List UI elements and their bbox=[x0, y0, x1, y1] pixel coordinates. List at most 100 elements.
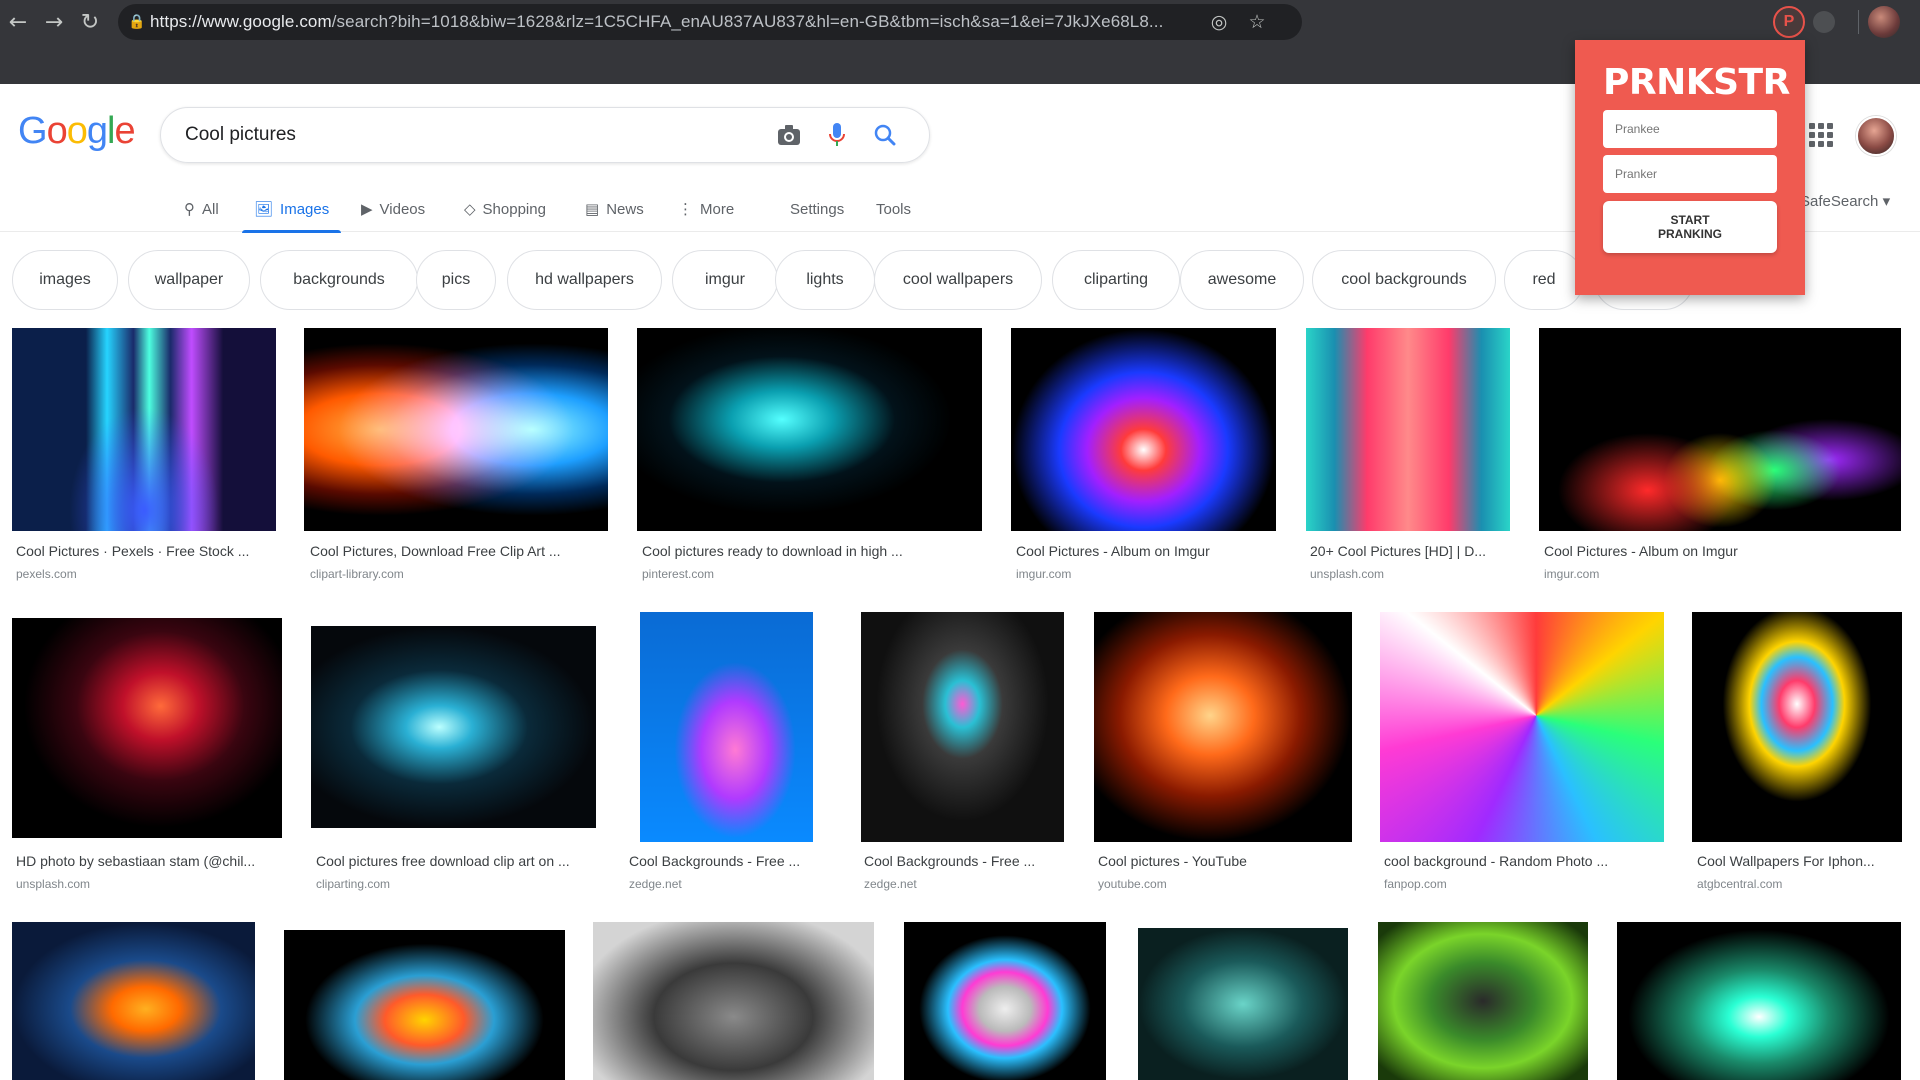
result-source[interactable]: pinterest.com bbox=[642, 567, 714, 581]
bookmark-star-icon[interactable]: ☆ bbox=[1238, 11, 1276, 33]
chip[interactable]: lights bbox=[775, 250, 875, 310]
result-source[interactable]: clipart-library.com bbox=[310, 567, 404, 581]
chip[interactable]: wallpaper bbox=[128, 250, 250, 310]
tag-icon: ◇ bbox=[464, 200, 476, 218]
image-thumbnail[interactable] bbox=[1094, 612, 1352, 842]
image-thumbnail[interactable] bbox=[1692, 612, 1902, 842]
image-thumbnail[interactable] bbox=[1011, 328, 1276, 531]
result-title[interactable]: Cool pictures free download clip art on … bbox=[316, 853, 596, 869]
browser-profile-avatar[interactable] bbox=[1868, 6, 1900, 38]
start-pranking-button[interactable]: START PRANKING bbox=[1603, 201, 1777, 253]
result-title[interactable]: Cool pictures ready to download in high … bbox=[642, 543, 982, 559]
result-source[interactable]: cliparting.com bbox=[316, 877, 390, 891]
result-title[interactable]: Cool Wallpapers For Iphon... bbox=[1697, 853, 1903, 869]
tab-settings[interactable]: Settings bbox=[790, 186, 844, 232]
result-title[interactable]: cool background - Random Photo ... bbox=[1384, 853, 1664, 869]
result-title[interactable]: Cool Pictures - Album on Imgur bbox=[1016, 543, 1278, 559]
forward-icon[interactable]: → bbox=[36, 8, 72, 36]
image-thumbnail[interactable] bbox=[284, 930, 565, 1080]
toolbar-divider bbox=[1858, 10, 1859, 34]
tab-label: Images bbox=[280, 200, 330, 218]
url-host: https://www.google.com bbox=[150, 12, 332, 31]
tab-videos[interactable]: ▶ Videos bbox=[361, 186, 425, 232]
url-text[interactable]: https://www.google.com/search?bih=1018&b… bbox=[150, 12, 1200, 32]
video-icon: ▶ bbox=[361, 200, 373, 218]
result-source[interactable]: unsplash.com bbox=[16, 877, 90, 891]
image-thumbnail[interactable] bbox=[304, 328, 608, 531]
google-apps-icon[interactable] bbox=[1809, 123, 1833, 147]
camera-icon[interactable] bbox=[765, 124, 813, 146]
image-thumbnail[interactable] bbox=[1378, 922, 1588, 1080]
result-source[interactable]: imgur.com bbox=[1016, 567, 1071, 581]
result-source[interactable]: atgbcentral.com bbox=[1697, 877, 1782, 891]
image-thumbnail[interactable] bbox=[12, 328, 276, 531]
tab-all[interactable]: ⚲ All bbox=[184, 186, 219, 232]
result-source[interactable]: zedge.net bbox=[864, 877, 917, 891]
account-avatar[interactable] bbox=[1856, 116, 1896, 156]
location-icon[interactable]: ◎ bbox=[1200, 11, 1238, 33]
chip[interactable]: cool wallpapers bbox=[874, 250, 1042, 310]
chip[interactable]: cliparting bbox=[1052, 250, 1180, 310]
safesearch-label: SafeSearch bbox=[1800, 193, 1879, 210]
tab-images[interactable]: 🖼 Images bbox=[242, 186, 342, 233]
result-source[interactable]: fanpop.com bbox=[1384, 877, 1447, 891]
address-bar[interactable]: 🔒 https://www.google.com/search?bih=1018… bbox=[118, 4, 1302, 40]
search-input[interactable] bbox=[185, 124, 765, 146]
safesearch-toggle[interactable]: SafeSearch ▾ bbox=[1800, 192, 1890, 210]
image-thumbnail[interactable] bbox=[640, 612, 813, 842]
image-thumbnail[interactable] bbox=[1306, 328, 1510, 531]
chip[interactable]: cool backgrounds bbox=[1312, 250, 1496, 310]
image-thumbnail[interactable] bbox=[1138, 928, 1348, 1080]
result-title[interactable]: Cool Pictures, Download Free Clip Art ..… bbox=[310, 543, 610, 559]
pranker-input[interactable] bbox=[1603, 155, 1777, 193]
chip[interactable]: imgur bbox=[672, 250, 778, 310]
image-thumbnail[interactable] bbox=[904, 922, 1106, 1080]
result-title[interactable]: Cool Backgrounds - Free ... bbox=[864, 853, 1064, 869]
result-title[interactable]: HD photo by sebastiaan stam (@chil... bbox=[16, 853, 282, 869]
tab-label: Tools bbox=[876, 200, 912, 218]
result-source[interactable]: unsplash.com bbox=[1310, 567, 1384, 581]
chip[interactable]: backgrounds bbox=[260, 250, 418, 310]
image-thumbnail[interactable] bbox=[1617, 922, 1901, 1080]
tab-more[interactable]: ⋮ More bbox=[678, 186, 734, 232]
chip[interactable]: pics bbox=[416, 250, 496, 310]
result-title[interactable]: Cool Pictures · Pexels · Free Stock ... bbox=[16, 543, 278, 559]
image-thumbnail[interactable] bbox=[1380, 612, 1664, 842]
result-title[interactable]: 20+ Cool Pictures [HD] | D... bbox=[1310, 543, 1510, 559]
chip[interactable]: awesome bbox=[1180, 250, 1304, 310]
result-title[interactable]: Cool pictures - YouTube bbox=[1098, 853, 1352, 869]
microphone-icon[interactable] bbox=[813, 123, 861, 147]
url-path: /search?bih=1018&biw=1628&rlz=1C5CHFA_en… bbox=[331, 12, 1164, 31]
result-source[interactable]: pexels.com bbox=[16, 567, 77, 581]
prankster-extension-icon[interactable]: P bbox=[1773, 6, 1805, 38]
result-title[interactable]: Cool Pictures - Album on Imgur bbox=[1544, 543, 1900, 559]
back-icon[interactable]: ← bbox=[0, 8, 36, 36]
search-icon[interactable] bbox=[861, 124, 909, 146]
tab-label: News bbox=[606, 200, 644, 218]
result-source[interactable]: imgur.com bbox=[1544, 567, 1599, 581]
result-source[interactable]: youtube.com bbox=[1098, 877, 1167, 891]
image-thumbnail[interactable] bbox=[861, 612, 1064, 842]
chip[interactable]: hd wallpapers bbox=[507, 250, 662, 310]
tab-label: Settings bbox=[790, 200, 845, 218]
image-icon: 🖼 bbox=[254, 200, 274, 218]
image-thumbnail[interactable] bbox=[12, 922, 255, 1080]
prankee-input[interactable] bbox=[1603, 110, 1777, 148]
result-source[interactable]: zedge.net bbox=[629, 877, 682, 891]
tab-tools[interactable]: Tools bbox=[876, 186, 911, 232]
image-thumbnail[interactable] bbox=[1539, 328, 1901, 531]
image-thumbnail[interactable] bbox=[593, 922, 874, 1080]
google-logo[interactable]: Google bbox=[18, 110, 136, 153]
result-title[interactable]: Cool Backgrounds - Free ... bbox=[629, 853, 819, 869]
chip[interactable]: red bbox=[1504, 250, 1584, 310]
tab-label: Shopping bbox=[482, 200, 546, 218]
tab-shopping[interactable]: ◇ Shopping bbox=[464, 186, 546, 232]
image-thumbnail[interactable] bbox=[637, 328, 982, 531]
extension-icon[interactable] bbox=[1813, 11, 1835, 33]
image-thumbnail[interactable] bbox=[311, 626, 596, 828]
news-icon: ▤ bbox=[585, 200, 600, 218]
chip[interactable]: images bbox=[12, 250, 118, 310]
reload-icon[interactable]: ↻ bbox=[72, 8, 108, 36]
image-thumbnail[interactable] bbox=[12, 618, 282, 838]
tab-news[interactable]: ▤ News bbox=[585, 186, 644, 232]
